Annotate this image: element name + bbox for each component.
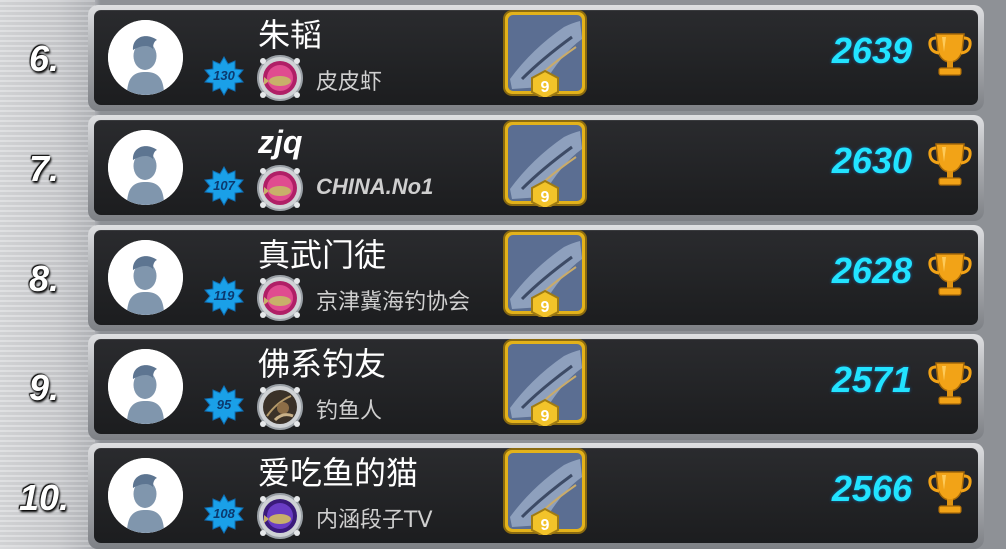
fish-level: 9 <box>541 189 550 206</box>
rank-number: 8. <box>28 258 60 299</box>
trophy-icon <box>928 466 972 516</box>
trophy-icon <box>928 357 972 407</box>
level-number: 119 <box>213 288 235 303</box>
level-number: 108 <box>213 506 235 521</box>
level-badge: 108 <box>204 494 244 534</box>
fish-card-icon[interactable]: 9 <box>502 447 588 535</box>
rank-number: 9. <box>28 367 60 408</box>
fish-level: 9 <box>541 517 550 534</box>
score-value: 2639 <box>831 30 912 71</box>
level-badge: 107 <box>204 166 244 206</box>
default-avatar-icon[interactable] <box>108 240 183 315</box>
level-number: 95 <box>216 397 232 412</box>
default-avatar-icon[interactable] <box>108 458 183 533</box>
default-avatar-icon[interactable] <box>108 130 183 205</box>
pink-fish-emblem-icon[interactable] <box>255 53 305 103</box>
rank-number: 6. <box>28 38 60 79</box>
fish-level: 9 <box>541 299 550 316</box>
purple-fish-emblem-icon[interactable] <box>255 491 305 541</box>
fish-level: 9 <box>541 408 550 425</box>
row-panel: 130 朱韬 皮皮虾 9 2639 <box>94 10 978 105</box>
guild-name: CHINA.No1 <box>316 174 434 199</box>
guild-name: 皮皮虾 <box>316 70 383 95</box>
leaderboard-row[interactable]: 108 爱吃鱼的猫 内涵段子TV 9 2566 <box>88 443 984 549</box>
player-name: 佛系钓友 <box>258 345 387 383</box>
guild-name: 内涵段子TV <box>316 508 433 533</box>
player-name: 朱韬 <box>258 16 323 54</box>
guild-name: 钓鱼人 <box>316 399 383 424</box>
fish-level: 9 <box>541 79 550 96</box>
trophy-icon <box>928 248 972 298</box>
row-panel: 108 爱吃鱼的猫 内涵段子TV 9 2566 <box>94 448 978 543</box>
trophy-icon <box>928 138 972 188</box>
pink-fish-emblem-icon[interactable] <box>255 163 305 213</box>
score-value: 2630 <box>831 140 912 181</box>
leaderboard-row[interactable]: 95 佛系钓友 钓鱼人 9 2571 <box>88 334 984 440</box>
default-avatar-icon[interactable] <box>108 20 183 95</box>
fish-card-icon[interactable]: 9 <box>502 338 588 426</box>
rank-number: 7. <box>28 148 60 189</box>
row-panel: 119 真武门徒 京津冀海钓协会 9 2628 <box>94 230 978 325</box>
default-avatar-icon[interactable] <box>108 349 183 424</box>
level-number: 107 <box>213 178 235 193</box>
level-badge: 95 <box>204 385 244 425</box>
score-value: 2566 <box>831 468 912 509</box>
rank-number: 10. <box>18 477 70 518</box>
trophy-icon <box>928 28 972 78</box>
level-number: 130 <box>213 68 235 83</box>
player-name: zjq <box>258 124 303 160</box>
leaderboard-row[interactable]: 130 朱韬 皮皮虾 9 2639 <box>88 5 984 111</box>
player-name: 爱吃鱼的猫 <box>258 454 419 492</box>
player-name: 真武门徒 <box>258 236 387 274</box>
fish-card-icon[interactable]: 9 <box>502 9 588 97</box>
guild-name: 京津冀海钓协会 <box>316 290 471 315</box>
fisherman-emblem-icon[interactable] <box>255 382 305 432</box>
fish-card-icon[interactable]: 9 <box>502 229 588 317</box>
leaderboard-row[interactable]: 107 zjq CHINA.No1 9 2630 <box>88 115 984 221</box>
row-panel: 95 佛系钓友 钓鱼人 9 2571 <box>94 339 978 434</box>
score-value: 2571 <box>831 359 912 400</box>
level-badge: 119 <box>204 276 244 316</box>
score-value: 2628 <box>831 250 912 291</box>
level-badge: 130 <box>204 56 244 96</box>
row-panel: 107 zjq CHINA.No1 9 2630 <box>94 120 978 215</box>
pink-fish-emblem-icon[interactable] <box>255 273 305 323</box>
leaderboard-row[interactable]: 119 真武门徒 京津冀海钓协会 9 2628 <box>88 225 984 331</box>
fish-card-icon[interactable]: 9 <box>502 119 588 207</box>
